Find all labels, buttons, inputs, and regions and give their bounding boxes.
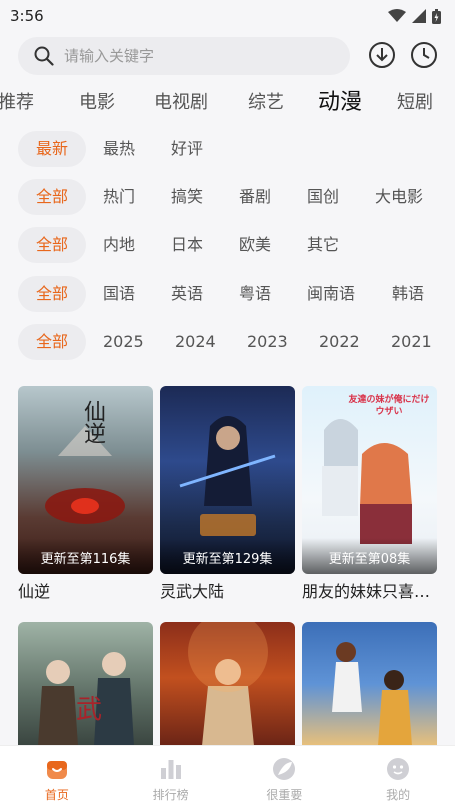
bar-chart-icon: [160, 760, 181, 779]
poster-logo-text: 友達の妹が俺にだけウザい: [348, 395, 430, 417]
svg-text:武: 武: [76, 695, 102, 725]
poster-art: [332, 642, 412, 746]
download-icon[interactable]: [368, 41, 396, 69]
filter-region-all[interactable]: 全部: [18, 227, 86, 263]
poster-image[interactable]: 仙逆 更新至第116集: [18, 386, 153, 574]
filter-lang-cantonese[interactable]: 粤语: [239, 276, 271, 312]
filter-genre-guochuang[interactable]: 国创: [307, 179, 339, 215]
video-card[interactable]: 友達の妹が俺にだけウザい 更新至第08集 朋友的妹妹只喜欢烦我: [302, 386, 437, 602]
filter-lang-korean[interactable]: 韩语: [392, 276, 424, 312]
tab-variety[interactable]: 综艺: [248, 88, 284, 114]
filter-region-other[interactable]: 其它: [307, 227, 339, 263]
wifi-icon: [388, 9, 406, 22]
search-input[interactable]: [64, 47, 304, 65]
filter-row-sort: 最新 最热 好评: [18, 131, 455, 169]
video-card[interactable]: [160, 622, 295, 746]
filter-year-2022[interactable]: 2022: [319, 324, 360, 360]
filter-lang-hokkien[interactable]: 闽南语: [307, 276, 355, 312]
filter-year-2023[interactable]: 2023: [247, 324, 288, 360]
nav-important[interactable]: 很重要: [228, 746, 342, 809]
nav-ranking[interactable]: 排行榜: [114, 746, 228, 809]
filter-genre-hot[interactable]: 热门: [103, 179, 135, 215]
filter-genre-feature-film[interactable]: 大电影: [375, 179, 423, 215]
video-card[interactable]: 仙逆 更新至第116集 仙逆: [18, 386, 153, 602]
filter-genre-bangumi[interactable]: 番剧: [239, 179, 271, 215]
history-clock-icon[interactable]: [410, 41, 438, 69]
filter-row-year: 全部 2025 2024 2023 2022 2021: [18, 324, 455, 362]
nav-important-label: 很重要: [266, 788, 303, 802]
filter-region-japan[interactable]: 日本: [171, 227, 203, 263]
card-title: 朋友的妹妹只喜欢烦我: [302, 582, 437, 601]
poster-image[interactable]: [160, 622, 295, 746]
bottom-nav: 首页 排行榜 很重要 我的: [0, 745, 455, 809]
tab-anime[interactable]: 动漫: [318, 84, 362, 116]
poster-art: 武: [38, 652, 134, 746]
filter-year-2021[interactable]: 2021: [391, 324, 432, 360]
filter-lang-all[interactable]: 全部: [18, 276, 86, 312]
tab-short-drama[interactable]: 短剧: [397, 88, 433, 114]
poster-title-text: 仙逆: [80, 400, 105, 444]
tab-recommend[interactable]: 推荐: [0, 88, 34, 114]
signal-icon: [412, 9, 426, 23]
filter-sort-hot[interactable]: 最热: [103, 131, 135, 167]
card-title: 仙逆: [18, 582, 51, 601]
home-icon: [46, 761, 67, 779]
filter-row-genre: 全部 热门 搞笑 番剧 国创 大电影: [18, 179, 455, 217]
episode-update-label: 更新至第116集: [18, 538, 153, 574]
tab-tv-series[interactable]: 电视剧: [154, 88, 208, 114]
filter-row-language: 全部 国语 英语 粤语 闽南语 韩语: [18, 276, 455, 314]
video-card[interactable]: 武: [18, 622, 153, 746]
filter-genre-all[interactable]: 全部: [18, 179, 86, 215]
poster-image[interactable]: [302, 622, 437, 746]
filter-lang-mandarin[interactable]: 国语: [103, 276, 135, 312]
battery-icon: [432, 8, 441, 24]
video-card[interactable]: 更新至第129集 灵武大陆: [160, 386, 295, 602]
filter-sort-rated[interactable]: 好评: [171, 131, 203, 167]
filter-year-2024[interactable]: 2024: [175, 324, 216, 360]
status-icons: [388, 8, 441, 24]
nav-profile-label: 我的: [386, 788, 411, 802]
poster-image[interactable]: 友達の妹が俺にだけウザい 更新至第08集: [302, 386, 437, 574]
episode-update-label: 更新至第08集: [302, 538, 437, 574]
search-box[interactable]: [18, 37, 350, 75]
filter-genre-comedy[interactable]: 搞笑: [171, 179, 203, 215]
episode-update-label: 更新至第129集: [160, 538, 295, 574]
poster-image[interactable]: 更新至第129集: [160, 386, 295, 574]
category-tabs: 推荐 电影 电视剧 综艺 动漫 短剧: [0, 84, 455, 120]
status-bar: 3:56: [0, 0, 455, 32]
nav-profile[interactable]: 我的: [341, 746, 455, 809]
filter-row-region: 全部 内地 日本 欧美 其它: [18, 227, 455, 265]
filter-year-2025[interactable]: 2025: [103, 324, 144, 360]
tab-movies[interactable]: 电影: [79, 88, 115, 114]
nav-ranking-label: 排行榜: [152, 788, 189, 802]
poster-image[interactable]: 武: [18, 622, 153, 746]
leaf-icon: [273, 758, 296, 780]
search-row: [18, 36, 443, 76]
video-card[interactable]: [302, 622, 437, 746]
nav-home[interactable]: 首页: [0, 746, 114, 809]
status-time: 3:56: [10, 7, 44, 25]
filter-region-west[interactable]: 欧美: [239, 227, 271, 263]
filter-sort-latest[interactable]: 最新: [18, 131, 86, 167]
nav-home-label: 首页: [44, 788, 69, 802]
filter-year-all[interactable]: 全部: [18, 324, 86, 360]
filter-lang-english[interactable]: 英语: [171, 276, 203, 312]
poster-art: [188, 622, 268, 746]
profile-icon: [387, 758, 410, 780]
search-icon: [34, 46, 54, 66]
filter-region-mainland[interactable]: 内地: [103, 227, 135, 263]
card-title: 灵武大陆: [160, 582, 225, 601]
